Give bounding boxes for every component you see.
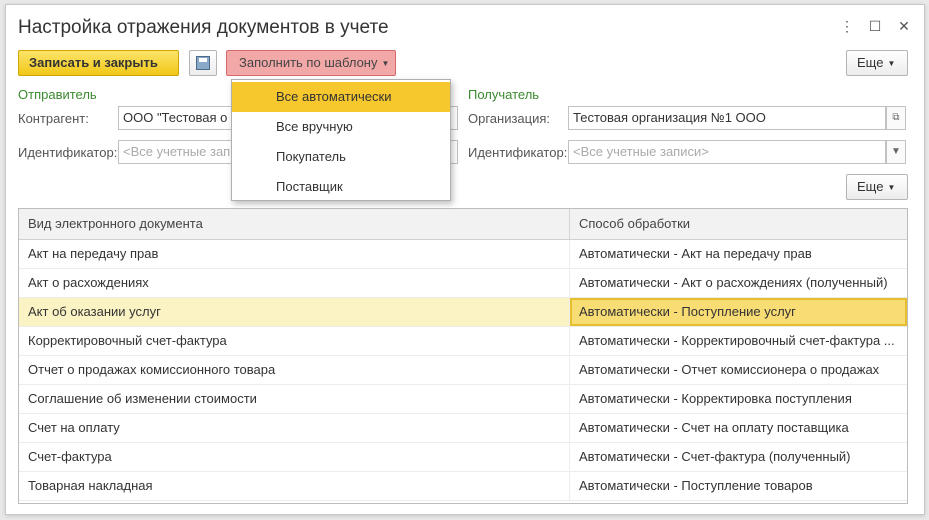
- close-icon[interactable]: ✕: [895, 17, 913, 35]
- document-type-cell[interactable]: Корректировочный счет-фактура: [19, 327, 570, 355]
- processing-method-cell[interactable]: Автоматически - Счет на оплату поставщик…: [570, 414, 907, 442]
- column-header-processing-method[interactable]: Способ обработки: [570, 209, 907, 239]
- document-type-cell[interactable]: Счет на оплату: [19, 414, 570, 442]
- table-row[interactable]: Отчет о продажах комиссионного товара Авт…: [19, 356, 907, 385]
- save-button[interactable]: [189, 50, 217, 76]
- table-row[interactable]: Корректировочный счет-фактура Автоматичес…: [19, 327, 907, 356]
- table-row[interactable]: Акт об оказании услуг Автоматически - Пос…: [19, 298, 907, 327]
- document-type-cell[interactable]: Акт о расхождениях: [19, 269, 570, 297]
- more-button[interactable]: Еще ▼: [846, 50, 908, 76]
- processing-method-cell[interactable]: Автоматически - Поступление товаров: [570, 472, 907, 500]
- fill-template-menu-item[interactable]: Все автоматически: [232, 82, 450, 112]
- processing-method-cell[interactable]: Автоматически - Корректировка поступлени…: [570, 385, 907, 413]
- processing-method-cell[interactable]: Автоматически - Отчет комиссионера о про…: [570, 356, 907, 384]
- more-button-label: Еще: [857, 55, 884, 70]
- table-more-button[interactable]: Еще ▼: [846, 174, 908, 200]
- table-row[interactable]: Акт о расхождениях Автоматически - Акт о …: [19, 269, 907, 298]
- floppy-disk-icon: [196, 56, 210, 70]
- processing-method-cell[interactable]: Автоматически - Счет-фактура (полученный…: [570, 443, 907, 471]
- processing-method-cell[interactable]: Автоматически - Акт на передачу прав: [570, 240, 907, 268]
- chevron-down-icon: ▼: [381, 58, 390, 68]
- fill-by-template-button[interactable]: Заполнить по шаблону ▼: [226, 50, 396, 76]
- recipient-identifier-label: Идентификатор:: [468, 145, 568, 160]
- fill-by-template-label: Заполнить по шаблону: [239, 55, 378, 70]
- sender-section-title: Отправитель: [18, 87, 97, 102]
- table-row[interactable]: Акт на передачу прав Автоматически - Акт …: [19, 240, 907, 269]
- document-type-cell[interactable]: Акт об оказании услуг: [19, 298, 570, 326]
- save-and-close-label: Записать и закрыть: [29, 55, 158, 70]
- sender-identifier-label: Идентификатор:: [18, 145, 118, 160]
- maximize-icon[interactable]: ☐: [866, 17, 884, 35]
- document-type-cell[interactable]: Счет-фактура: [19, 443, 570, 471]
- organization-field[interactable]: Тестовая организация №1 ООО: [568, 106, 886, 130]
- recipient-identifier-field[interactable]: <Все учетные записи>: [568, 140, 886, 164]
- fill-template-menu: Все автоматически Все вручную Покупатель По…: [231, 79, 451, 201]
- organization-label: Организация:: [468, 111, 551, 126]
- recipient-section-title: Получатель: [468, 87, 540, 102]
- documents-table: Вид электронного документа Способ обрабо…: [18, 208, 908, 504]
- more-actions-icon[interactable]: ⋮: [838, 17, 856, 35]
- processing-method-cell[interactable]: Автоматически - Поступление услуг: [570, 298, 907, 326]
- open-icon[interactable]: ⧉: [886, 106, 906, 130]
- table-row[interactable]: Счет на оплату Автоматически - Счет на оп…: [19, 414, 907, 443]
- document-type-cell[interactable]: Акт на передачу прав: [19, 240, 570, 268]
- fill-template-menu-item[interactable]: Все вручную: [232, 112, 450, 142]
- counterparty-label: Контрагент:: [18, 111, 89, 126]
- table-header: Вид электронного документа Способ обрабо…: [19, 209, 907, 240]
- window-title: Настройка отражения документов в учете: [18, 17, 389, 38]
- processing-method-cell[interactable]: Автоматически - Корректировочный счет-фа…: [570, 327, 907, 355]
- processing-method-cell[interactable]: Автоматически - Акт о расхождениях (полу…: [570, 269, 907, 297]
- settings-window: Настройка отражения документов в учете ⋮…: [5, 4, 925, 515]
- dropdown-icon[interactable]: ▼: [886, 140, 906, 164]
- chevron-down-icon: ▼: [887, 182, 896, 192]
- table-row[interactable]: Соглашение об изменении стоимости Автомат…: [19, 385, 907, 414]
- table-more-label: Еще: [857, 179, 884, 194]
- document-type-cell[interactable]: Соглашение об изменении стоимости: [19, 385, 570, 413]
- chevron-down-icon: ▼: [887, 58, 896, 68]
- table-row[interactable]: Товарная накладная Автоматически - Поступ…: [19, 472, 907, 501]
- document-type-cell[interactable]: Отчет о продажах комиссионного товара: [19, 356, 570, 384]
- column-header-document-type[interactable]: Вид электронного документа: [19, 209, 570, 239]
- table-body: Акт на передачу прав Автоматически - Акт …: [19, 240, 907, 501]
- table-row[interactable]: Счет-фактура Автоматически - Счет-фактура…: [19, 443, 907, 472]
- document-type-cell[interactable]: Товарная накладная: [19, 472, 570, 500]
- fill-template-menu-item[interactable]: Покупатель: [232, 142, 450, 172]
- fill-template-menu-item[interactable]: Поставщик: [232, 172, 450, 202]
- save-and-close-button[interactable]: Записать и закрыть: [18, 50, 179, 76]
